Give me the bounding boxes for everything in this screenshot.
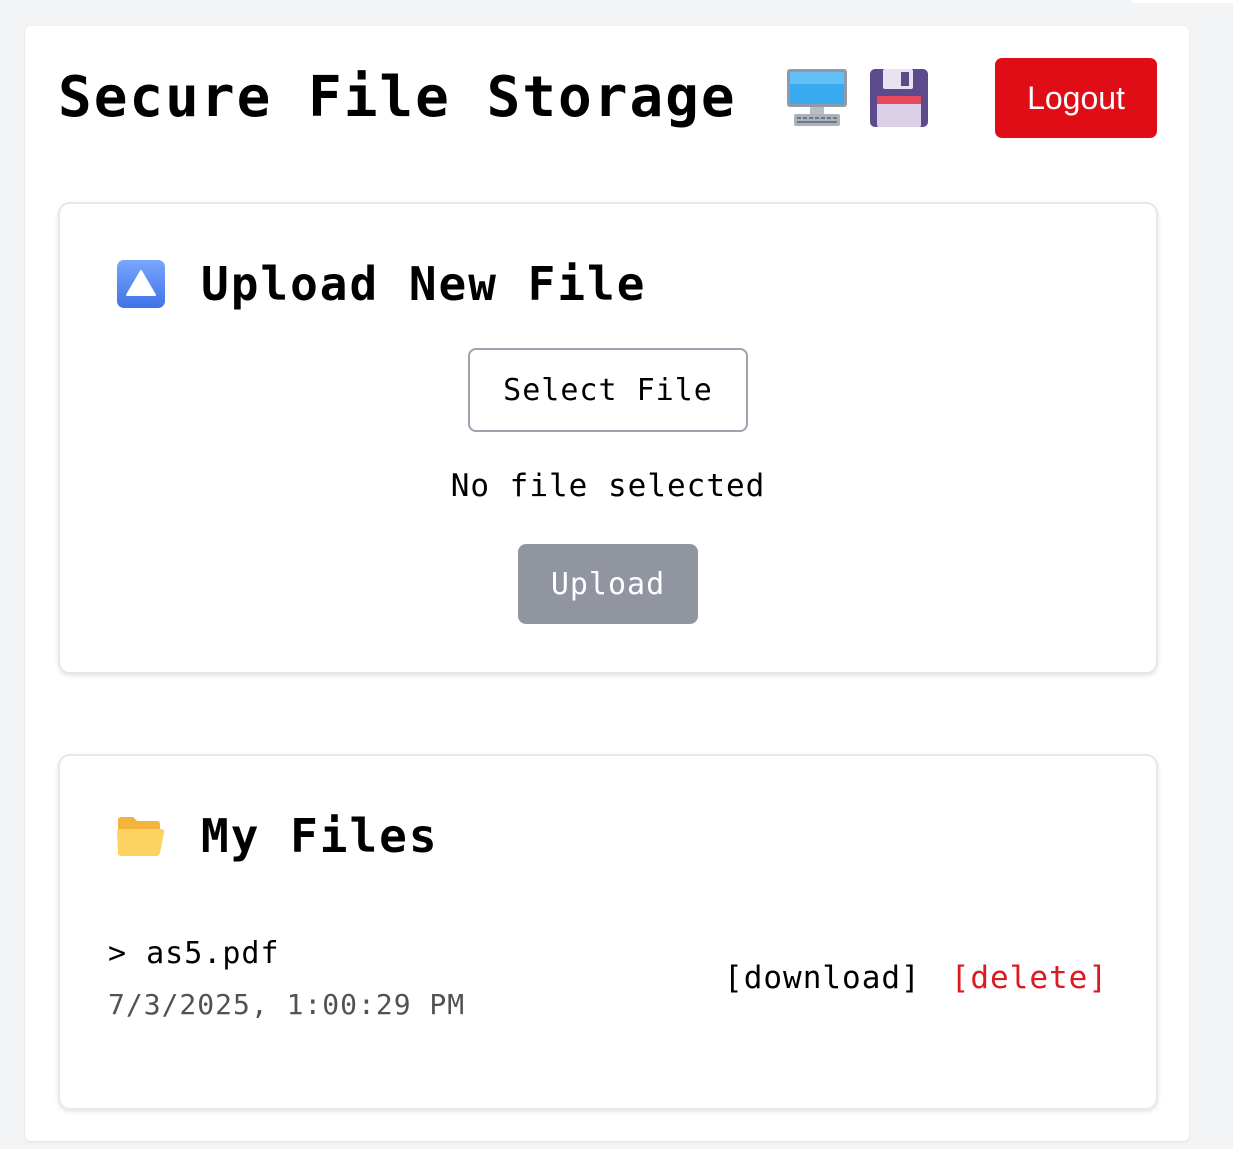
file-status-text: No file selected — [450, 468, 766, 504]
file-date: 7/3/2025, 1:00:29 PM — [108, 988, 466, 1021]
page-header: Secure File Storage Logout — [58, 58, 1157, 138]
my-files-heading-text: My Files — [201, 809, 439, 863]
download-link[interactable]: [download] — [724, 960, 921, 996]
delete-link[interactable]: [delete] — [951, 960, 1108, 996]
upload-heading-text: Upload New File — [201, 257, 647, 311]
desktop-computer-icon — [787, 69, 847, 126]
select-file-button[interactable]: Select File — [468, 348, 748, 432]
top-edge-strip — [1132, 0, 1233, 3]
upload-button[interactable]: Upload — [518, 544, 698, 624]
upload-heading: Upload New File — [115, 256, 646, 312]
upload-card: Upload New File Select File No file sele… — [58, 202, 1158, 674]
my-files-card: My Files > as5.pdf 7/3/2025, 1:00:29 PM … — [58, 754, 1158, 1110]
page-title: Secure File Storage — [58, 65, 737, 130]
main-container: Secure File Storage Logout Upload New Fi… — [25, 26, 1189, 1141]
file-actions: [download] [delete] — [724, 960, 1108, 996]
file-name: > as5.pdf — [108, 936, 280, 971]
file-list-item: > as5.pdf 7/3/2025, 1:00:29 PM [download… — [108, 936, 1108, 1036]
my-files-heading: My Files — [115, 808, 439, 864]
open-folder-icon — [117, 817, 165, 856]
up-arrow-button-icon — [117, 260, 165, 308]
floppy-disk-icon — [870, 69, 928, 127]
logout-button[interactable]: Logout — [995, 58, 1157, 138]
